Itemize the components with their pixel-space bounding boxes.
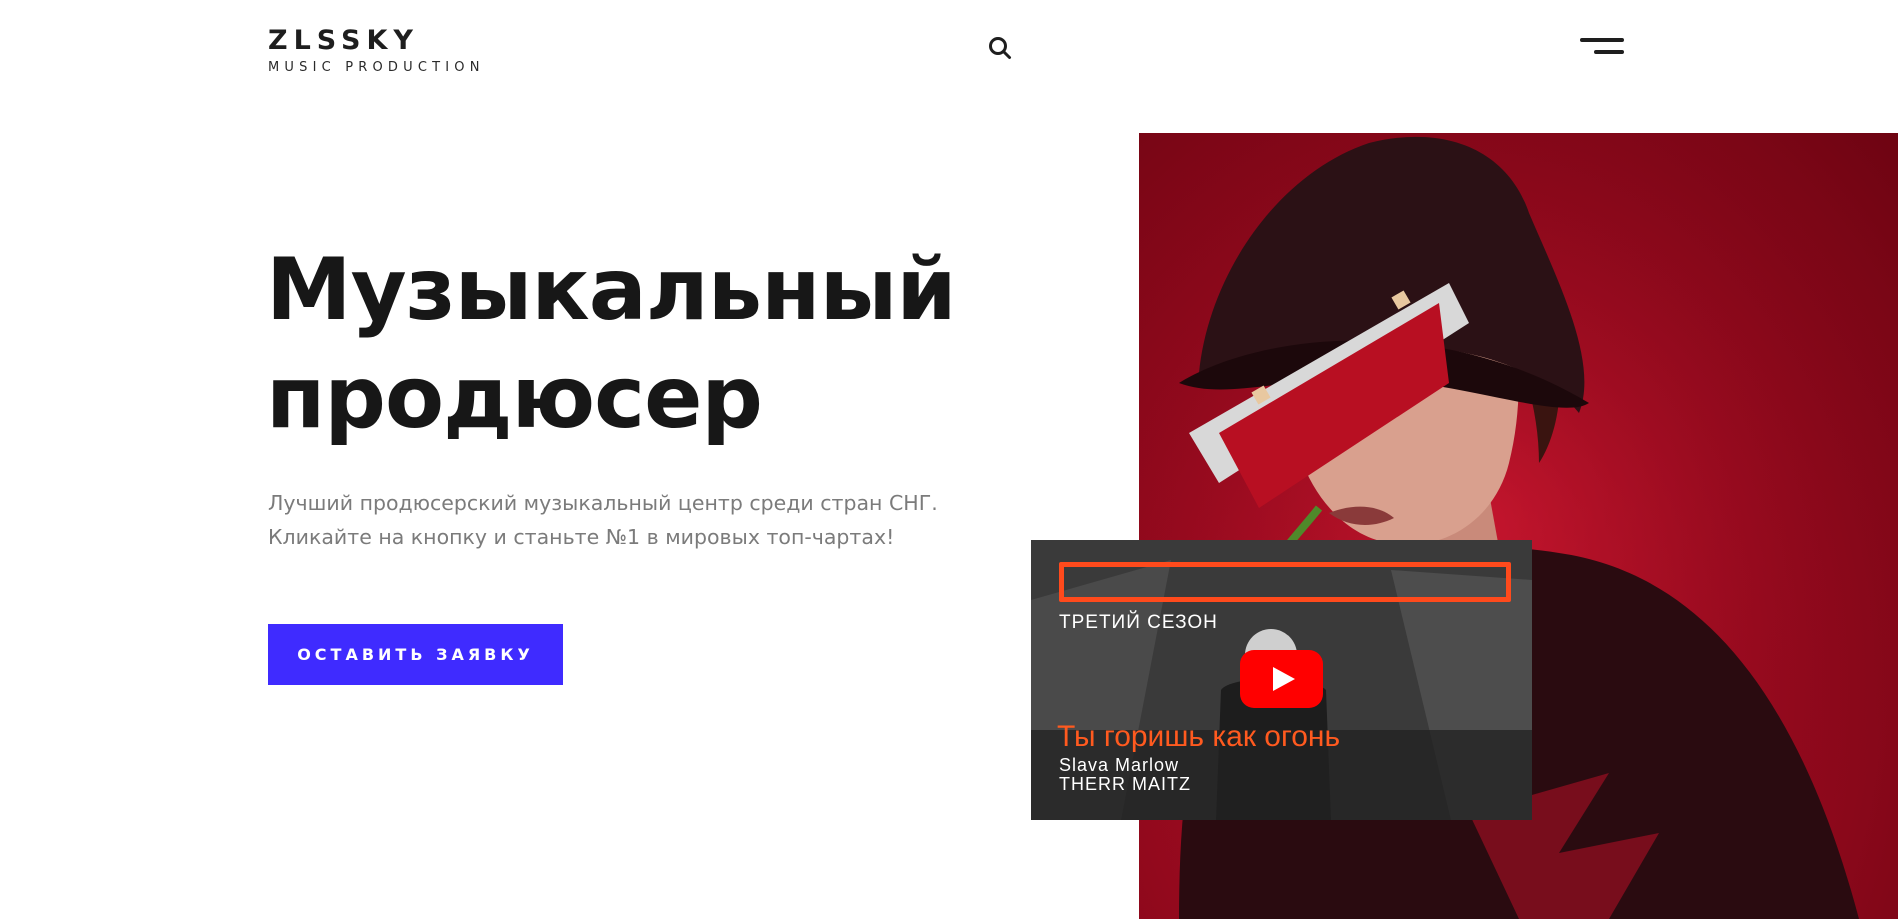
search-button[interactable]: [987, 35, 1013, 61]
video-season: ТРЕТИЙ СЕЗОН: [1059, 612, 1218, 633]
video-song-title: Ты горишь как огонь: [1057, 720, 1341, 753]
site-logo[interactable]: ZLSSKY MUSIC PRODUCTION: [268, 25, 485, 76]
logo-subtitle: MUSIC PRODUCTION: [268, 60, 485, 75]
hero-description-line-1: Лучший продюсерский музыкальный центр ср…: [268, 491, 938, 515]
hero-description-line-2: Кликайте на кнопку и станьте №1 в мировы…: [268, 525, 895, 549]
search-icon: [989, 37, 1011, 59]
hero-title-line-2: продюсер: [266, 348, 763, 448]
menu-button[interactable]: [1580, 36, 1624, 60]
hamburger-menu-icon-line: [1594, 50, 1624, 54]
page: ZLSSKY MUSIC PRODUCTION Музыкальный прод…: [0, 0, 1898, 919]
hero-title-line-1: Музыкальный: [266, 240, 957, 340]
video-artist-2: THERR MAITZ: [1059, 774, 1191, 794]
hero-title: Музыкальный продюсер: [266, 236, 957, 452]
submit-request-button[interactable]: ОСТАВИТЬ ЗАЯВКУ: [268, 624, 563, 685]
youtube-play-icon[interactable]: [1240, 650, 1323, 708]
hamburger-menu-icon: [1580, 38, 1624, 42]
video-embed[interactable]: ТРЕТИЙ СЕЗОН Ты горишь как огонь Slava M…: [1031, 540, 1532, 820]
hero-description: Лучший продюсерский музыкальный центр ср…: [268, 486, 988, 554]
video-artist-1: Slava Marlow: [1059, 755, 1180, 775]
video-brand-logo: [1059, 562, 1511, 602]
logo-title: ZLSSKY: [268, 25, 419, 56]
